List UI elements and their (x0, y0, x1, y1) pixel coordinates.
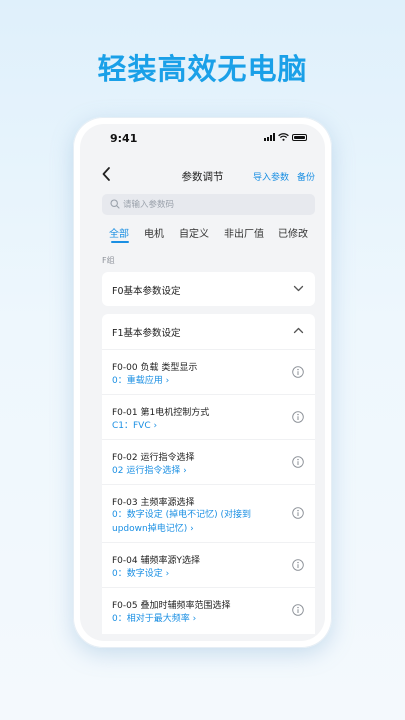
param-row[interactable]: F0-03 主频率源选择 0：数字设定 (掉电不记忆) (对接到updown掉电… (102, 485, 315, 543)
group-f1-card: F1基本参数设定 F0-00 负载 类型显示 0：重载应用 › F0-01 第1… (102, 314, 315, 634)
filter-tabs: 全部 电机 自定义 非出厂值 已修改 (80, 225, 325, 245)
tab-all[interactable]: 全部 (109, 225, 129, 240)
param-name: F0-04 辅频率源Y选择 (112, 556, 200, 566)
param-value[interactable]: 0：数字设定 › (112, 567, 284, 581)
search-box (102, 194, 315, 215)
status-icons (264, 133, 307, 141)
headline: 轻装高效无电脑 (97, 52, 308, 86)
param-row[interactable]: F0-02 运行指令选择 02 运行指令选择 › (102, 440, 315, 485)
status-time: 9:41 (110, 132, 138, 145)
status-bar: 9:41 (80, 124, 325, 150)
info-icon[interactable] (292, 456, 304, 468)
group-f0-title: F0基本参数设定 (112, 286, 181, 297)
group-f1-title: F1基本参数设定 (112, 328, 181, 339)
param-name: F0-03 主频率源选择 (112, 498, 195, 508)
info-icon[interactable] (292, 366, 304, 378)
wifi-icon (278, 133, 289, 141)
param-row[interactable]: F0-00 负载 类型显示 0：重载应用 › (102, 350, 315, 395)
info-icon[interactable] (292, 559, 304, 571)
group-f0-header[interactable]: F0基本参数设定 (102, 272, 315, 306)
battery-icon (292, 133, 307, 141)
tab-non-factory[interactable]: 非出厂值 (224, 225, 264, 240)
import-params-link[interactable]: 导入参数 (253, 170, 289, 183)
param-name: F0-01 第1电机控制方式 (112, 408, 210, 418)
param-value[interactable]: 0：数字设定 (掉电不记忆) (对接到updown掉电记忆) › (112, 508, 284, 536)
group-f1-header[interactable]: F1基本参数设定 (102, 314, 315, 350)
param-row[interactable]: F0-04 辅频率源Y选择 0：数字设定 › (102, 543, 315, 588)
param-name: F0-02 运行指令选择 (112, 453, 195, 463)
param-value[interactable]: C1：FVC › (112, 419, 284, 433)
search-input[interactable] (123, 194, 308, 215)
group-label: F组 (102, 256, 115, 265)
param-row[interactable]: F0-01 第1电机控制方式 C1：FVC › (102, 395, 315, 440)
param-row[interactable]: F0-05 叠加时辅频率范围选择 0：相对于最大频率 › (102, 588, 315, 634)
tab-custom[interactable]: 自定义 (179, 225, 209, 240)
param-value[interactable]: 0：相对于最大频率 › (112, 612, 284, 626)
info-icon[interactable] (292, 411, 304, 423)
param-value[interactable]: 0：重载应用 › (112, 374, 284, 388)
param-name: F0-05 叠加时辅频率范围选择 (112, 601, 231, 611)
signal-icon (264, 133, 275, 141)
chevron-down-icon (293, 285, 304, 292)
app-screen: 9:41 参数调节 导入参数 备份 请输入参数码 全部 电机 自定义 非出厂值 … (80, 124, 325, 641)
info-icon[interactable] (292, 604, 304, 616)
active-tab-indicator (111, 241, 129, 243)
nav-bar: 参数调节 导入参数 备份 (80, 160, 325, 188)
info-icon[interactable] (292, 507, 304, 519)
phone-frame: 9:41 参数调节 导入参数 备份 请输入参数码 全部 电机 自定义 非出厂值 … (73, 117, 332, 648)
backup-link[interactable]: 备份 (297, 170, 315, 183)
tab-motor[interactable]: 电机 (144, 225, 164, 240)
tab-modified[interactable]: 已修改 (278, 225, 308, 240)
param-value[interactable]: 02 运行指令选择 › (112, 464, 284, 478)
param-name: F0-00 负载 类型显示 (112, 363, 198, 373)
search-icon (110, 199, 120, 209)
chevron-up-icon (293, 327, 304, 334)
